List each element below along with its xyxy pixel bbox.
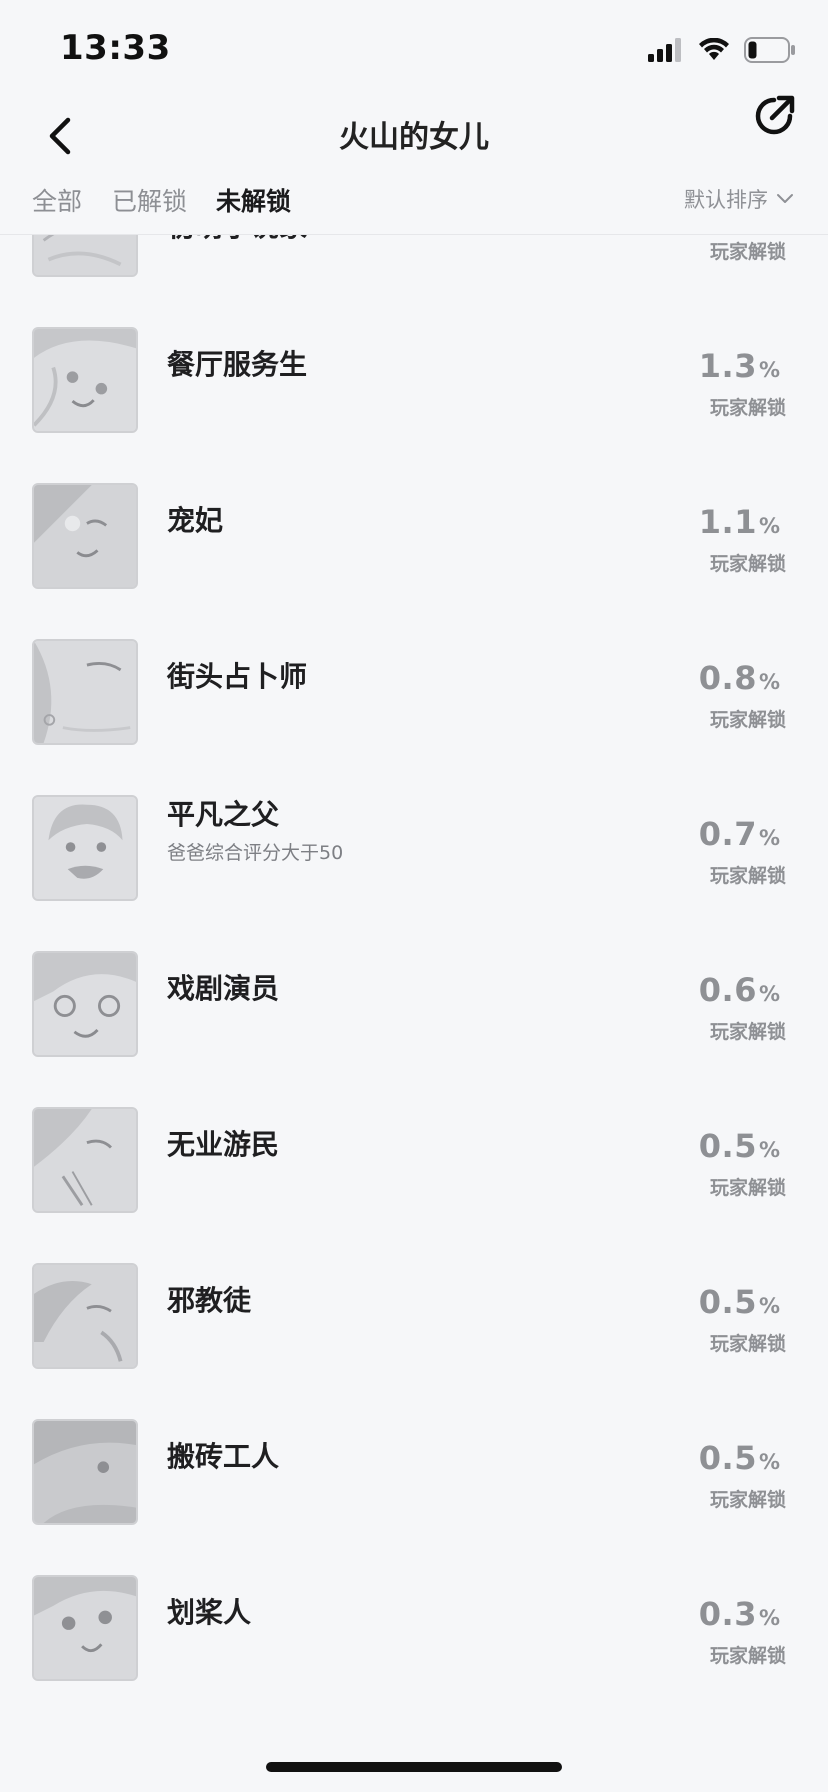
status-time: 13:33 bbox=[60, 28, 171, 68]
achievement-avatar bbox=[32, 951, 138, 1057]
achievement-avatar bbox=[32, 1575, 138, 1681]
list-item[interactable]: 初萌小说家 玩家解锁 bbox=[0, 235, 828, 281]
list-item[interactable]: 街头占卜师 0.8% 玩家解锁 bbox=[0, 593, 828, 749]
achievement-name: 初萌小说家 bbox=[167, 235, 307, 245]
wifi-icon bbox=[699, 38, 729, 60]
tab-all[interactable]: 全部 bbox=[32, 182, 82, 218]
unlock-label: 玩家解锁 bbox=[709, 241, 786, 263]
achievement-avatar bbox=[32, 235, 138, 277]
unlock-percent: 1.1% bbox=[698, 503, 780, 541]
achievement-description: 爸爸综合评分大于50 bbox=[167, 842, 344, 864]
achievement-avatar bbox=[32, 1419, 138, 1525]
unlock-label: 玩家解锁 bbox=[709, 397, 786, 419]
share-button[interactable] bbox=[750, 92, 798, 140]
achievement-avatar bbox=[32, 639, 138, 745]
achievement-name: 邪教徒 bbox=[167, 1284, 252, 1317]
battery-icon bbox=[744, 37, 795, 63]
page-title: 火山的女儿 bbox=[339, 120, 489, 155]
achievement-name: 划桨人 bbox=[167, 1596, 252, 1629]
achievement-avatar bbox=[32, 1107, 138, 1213]
unlock-label: 玩家解锁 bbox=[709, 1177, 786, 1199]
unlock-percent: 0.5% bbox=[698, 1283, 780, 1321]
achievement-name: 搬砖工人 bbox=[167, 1440, 280, 1473]
achievement-name: 宠妃 bbox=[167, 504, 224, 537]
unlock-label: 玩家解锁 bbox=[709, 1021, 786, 1043]
cellular-signal-icon bbox=[648, 38, 681, 62]
filter-tabs: 全部 已解锁 未解锁 默认排序 bbox=[0, 174, 828, 235]
home-indicator[interactable] bbox=[266, 1762, 562, 1772]
unlock-percent: 0.5% bbox=[698, 1439, 780, 1477]
tab-locked[interactable]: 未解锁 bbox=[216, 182, 291, 218]
list-item[interactable]: 搬砖工人 0.5% 玩家解锁 bbox=[0, 1373, 828, 1529]
share-icon bbox=[755, 95, 795, 135]
unlock-percent: 1.3% bbox=[698, 347, 780, 385]
chevron-down-icon bbox=[777, 194, 793, 203]
unlock-percent: 0.7% bbox=[698, 815, 780, 853]
achievement-name: 街头占卜师 bbox=[167, 660, 308, 693]
list-item[interactable]: 戏剧演员 0.6% 玩家解锁 bbox=[0, 905, 828, 1061]
list-item[interactable]: 餐厅服务生 1.3% 玩家解锁 bbox=[0, 281, 828, 437]
unlock-percent: 0.5% bbox=[698, 1127, 780, 1165]
unlock-percent: 0.8% bbox=[698, 659, 780, 697]
sort-label: 默认排序 bbox=[684, 188, 768, 212]
unlock-percent: 0.6% bbox=[698, 971, 780, 1009]
navigation-bar: 火山的女儿 bbox=[0, 90, 828, 180]
achievement-avatar bbox=[32, 483, 138, 589]
status-icons bbox=[648, 34, 796, 66]
unlock-percent: 0.3% bbox=[698, 1595, 780, 1633]
unlock-label: 玩家解锁 bbox=[709, 553, 786, 575]
unlock-label: 玩家解锁 bbox=[709, 1489, 786, 1511]
list-item[interactable]: 宠妃 1.1% 玩家解锁 bbox=[0, 437, 828, 593]
achievement-avatar bbox=[32, 795, 138, 901]
list-item[interactable]: 平凡之父 爸爸综合评分大于50 0.7% 玩家解锁 bbox=[0, 749, 828, 905]
achievement-name: 无业游民 bbox=[167, 1128, 280, 1161]
achievement-name: 戏剧演员 bbox=[167, 972, 280, 1005]
achievement-avatar bbox=[32, 327, 138, 433]
unlock-label: 玩家解锁 bbox=[709, 709, 786, 731]
status-bar: 13:33 bbox=[0, 0, 828, 90]
list-item[interactable]: 划桨人 0.3% 玩家解锁 bbox=[0, 1529, 828, 1685]
unlock-label: 玩家解锁 bbox=[709, 865, 786, 887]
unlock-label: 玩家解锁 bbox=[709, 1333, 786, 1355]
unlock-label: 玩家解锁 bbox=[709, 1645, 786, 1667]
achievement-avatar bbox=[32, 1263, 138, 1369]
achievement-name: 餐厅服务生 bbox=[167, 348, 308, 381]
achievement-list: 初萌小说家 玩家解锁 餐厅服务生 1.3% 玩家解锁 宠妃 1.1% 玩家解锁 … bbox=[0, 235, 828, 1695]
list-item[interactable]: 无业游民 0.5% 玩家解锁 bbox=[0, 1061, 828, 1217]
sort-dropdown[interactable]: 默认排序 bbox=[684, 184, 794, 214]
list-item[interactable]: 邪教徒 0.5% 玩家解锁 bbox=[0, 1217, 828, 1373]
achievement-name: 平凡之父 bbox=[167, 798, 280, 831]
tab-unlocked[interactable]: 已解锁 bbox=[112, 182, 187, 218]
